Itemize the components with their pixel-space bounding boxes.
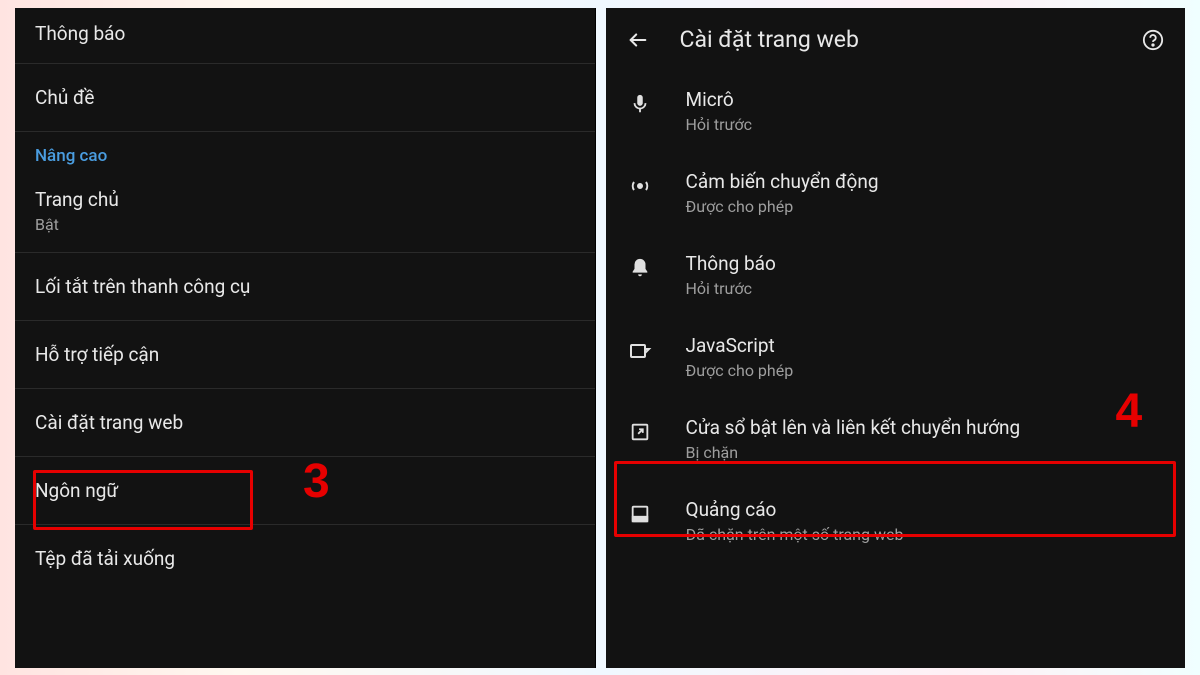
javascript-icon bbox=[626, 336, 654, 364]
bell-icon bbox=[626, 254, 654, 282]
row-sublabel: Đã chặn trên một số trang web bbox=[686, 525, 1166, 544]
arrow-left-icon bbox=[627, 29, 649, 51]
settings-panel-left: Thông báo Chủ đề Nâng cao Trang chủ Bật … bbox=[15, 8, 596, 668]
page-title: Cài đặt trang web bbox=[680, 26, 1140, 53]
row-sublabel: Bật bbox=[35, 215, 575, 234]
help-button[interactable] bbox=[1139, 26, 1167, 54]
row-label: Thông báo bbox=[35, 22, 575, 45]
row-label: JavaScript bbox=[686, 334, 1166, 357]
row-motion-sensors[interactable]: Cảm biến chuyển động Được cho phép bbox=[606, 152, 1186, 234]
row-ads[interactable]: Quảng cáo Đã chặn trên một số trang web bbox=[606, 480, 1186, 562]
row-label: Trang chủ bbox=[35, 188, 575, 211]
row-sublabel: Bị chặn bbox=[686, 443, 1166, 462]
row-site-settings[interactable]: Cài đặt trang web bbox=[15, 389, 595, 457]
row-notifications[interactable]: Thông báo Hỏi trước bbox=[606, 234, 1186, 316]
row-sublabel: Hỏi trước bbox=[686, 115, 1166, 134]
site-settings-panel: Cài đặt trang web Micrô Hỏi trước Cảm bi… bbox=[606, 8, 1186, 668]
popup-icon bbox=[626, 418, 654, 446]
row-label: Ngôn ngữ bbox=[35, 479, 575, 502]
row-theme[interactable]: Chủ đề bbox=[15, 64, 595, 132]
back-button[interactable] bbox=[624, 26, 652, 54]
row-notifications[interactable]: Thông báo bbox=[15, 8, 595, 64]
row-label: Cài đặt trang web bbox=[35, 411, 575, 434]
row-sublabel: Được cho phép bbox=[686, 361, 1166, 380]
motion-sensor-icon bbox=[626, 172, 654, 200]
row-popups-redirects[interactable]: Cửa sổ bật lên và liên kết chuyển hướng … bbox=[606, 398, 1186, 480]
row-label: Cảm biến chuyển động bbox=[686, 170, 1166, 193]
row-label: Thông báo bbox=[686, 252, 1166, 275]
row-label: Tệp đã tải xuống bbox=[35, 547, 575, 570]
row-javascript[interactable]: JavaScript Được cho phép bbox=[606, 316, 1186, 398]
section-advanced-label: Nâng cao bbox=[15, 132, 595, 176]
ads-icon bbox=[626, 500, 654, 528]
row-label: Chủ đề bbox=[35, 86, 575, 109]
row-downloads[interactable]: Tệp đã tải xuống bbox=[15, 525, 595, 580]
mic-icon bbox=[626, 90, 654, 118]
row-label: Cửa sổ bật lên và liên kết chuyển hướng bbox=[686, 416, 1166, 439]
row-toolbar-shortcut[interactable]: Lối tắt trên thanh công cụ bbox=[15, 253, 595, 321]
row-accessibility[interactable]: Hỗ trợ tiếp cận bbox=[15, 321, 595, 389]
row-language[interactable]: Ngôn ngữ bbox=[15, 457, 595, 525]
row-label: Hỗ trợ tiếp cận bbox=[35, 343, 575, 366]
header: Cài đặt trang web bbox=[606, 8, 1186, 70]
row-label: Micrô bbox=[686, 88, 1166, 111]
row-microphone[interactable]: Micrô Hỏi trước bbox=[606, 70, 1186, 152]
row-sublabel: Hỏi trước bbox=[686, 279, 1166, 298]
row-home[interactable]: Trang chủ Bật bbox=[15, 176, 595, 253]
row-label: Quảng cáo bbox=[686, 498, 1166, 521]
row-sublabel: Được cho phép bbox=[686, 197, 1166, 216]
help-icon bbox=[1142, 29, 1164, 51]
row-label: Lối tắt trên thanh công cụ bbox=[35, 275, 575, 298]
